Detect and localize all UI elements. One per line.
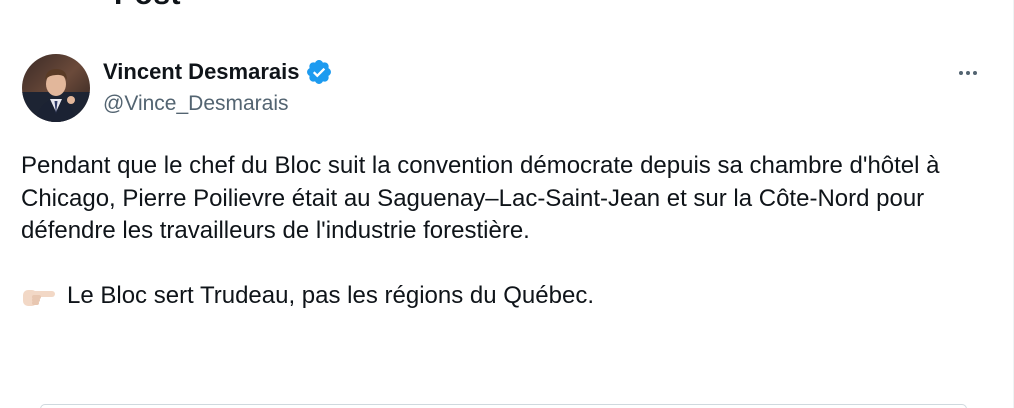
pointing-line-text: Le Bloc sert Trudeau, pas les régions du… xyxy=(67,281,594,309)
embedded-card-edge[interactable] xyxy=(40,404,967,408)
author-handle[interactable]: @Vince_Desmarais xyxy=(103,92,289,116)
author-name-row: Vincent Desmarais xyxy=(103,57,333,87)
more-dot-icon xyxy=(959,71,963,75)
page-title: Post xyxy=(114,0,181,12)
author-name[interactable]: Vincent Desmarais xyxy=(103,59,299,85)
more-dot-icon xyxy=(973,71,977,75)
avatar[interactable] xyxy=(22,54,90,122)
pointing-right-hand-icon xyxy=(21,284,57,308)
avatar-photo-icon xyxy=(22,54,90,122)
tweet-pointing-line: Le Bloc sert Trudeau, pas les régions du… xyxy=(21,280,981,313)
tweet-text: Pendant que le chef du Bloc suit la conv… xyxy=(21,150,981,312)
tweet-body-paragraph: Pendant que le chef du Bloc suit la conv… xyxy=(21,152,947,244)
more-dot-icon xyxy=(966,71,970,75)
more-options-button[interactable] xyxy=(950,60,986,86)
verified-badge-icon[interactable] xyxy=(305,58,333,86)
